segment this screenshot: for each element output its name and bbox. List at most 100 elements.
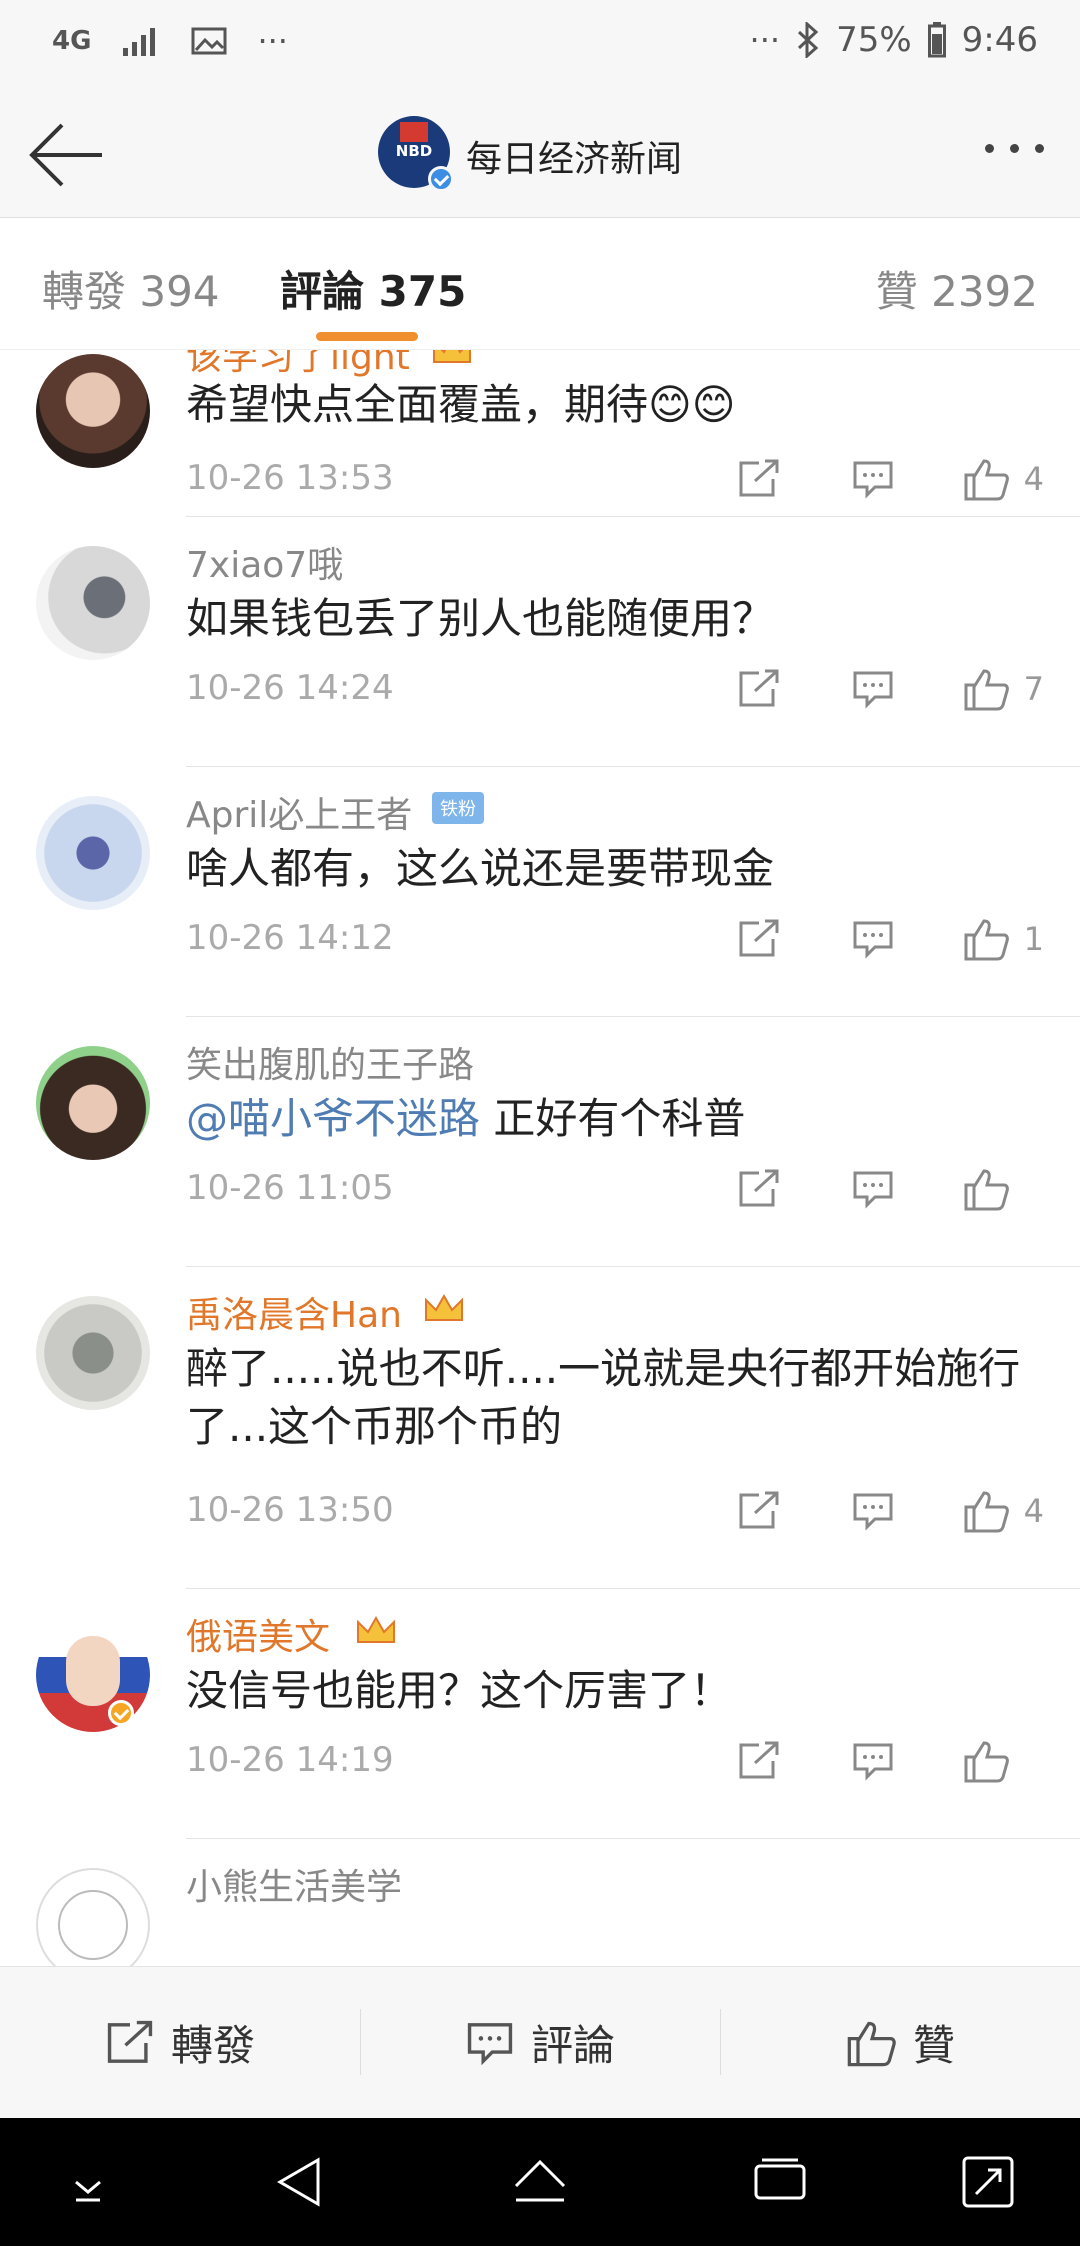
like-button[interactable]: 1 — [930, 917, 1044, 961]
avatar-face — [66, 1636, 120, 1706]
recent-apps-icon[interactable] — [750, 2152, 810, 2212]
comment-actions — [702, 1164, 1044, 1214]
comment-icon — [853, 671, 893, 709]
active-tab-indicator — [316, 332, 418, 341]
user-avatar[interactable] — [36, 1296, 150, 1410]
like-post-button[interactable]: 贊 — [720, 1967, 1080, 2118]
share-button[interactable] — [702, 914, 816, 964]
status-overflow: ··· — [257, 22, 288, 60]
like-button[interactable] — [930, 1739, 1044, 1783]
comment-actions: 4 — [702, 454, 1044, 504]
user-avatar[interactable] — [36, 1868, 150, 1966]
dot-icon — [985, 144, 994, 153]
reply-button[interactable] — [816, 1164, 930, 1214]
reply-button[interactable] — [816, 454, 930, 504]
avatar-logo — [58, 1890, 128, 1960]
username[interactable]: 笑出腹肌的王子路 — [186, 1036, 474, 1088]
comment-icon — [853, 1493, 893, 1531]
comment-item: 小熊生活美学 — [0, 1840, 1080, 1966]
user-avatar[interactable] — [36, 546, 150, 660]
username[interactable]: 禹洛晨含Han — [186, 1286, 402, 1338]
like-count: 4 — [1023, 460, 1044, 498]
like-count: 4 — [1023, 1492, 1044, 1530]
share-icon — [107, 2020, 153, 2063]
repost-button[interactable]: 轉發 — [0, 1967, 360, 2118]
battery-level: 75% — [836, 20, 912, 60]
thumbs-up-icon — [964, 1169, 1009, 1211]
comment-item: 7xiao7哦 如果钱包丢了别人也能随便用？ 10-26 14:24 7 — [0, 518, 1080, 768]
username[interactable]: 7xiao7哦 — [186, 536, 343, 588]
clock: 9:46 — [961, 20, 1038, 60]
username[interactable]: 俄语美文 — [186, 1608, 330, 1660]
divider — [186, 1266, 1080, 1267]
back-button[interactable] — [28, 120, 108, 190]
comment-item: 笑出腹肌的王子路 @喵小爷不迷路 正好有个科普 10-26 11:05 — [0, 1018, 1080, 1268]
comment-button[interactable]: 評論 — [360, 1967, 720, 2118]
share-button[interactable] — [702, 1736, 816, 1786]
comment-body: 正好有个科普 — [480, 1094, 746, 1143]
timestamp: 10-26 14:19 — [186, 1740, 394, 1780]
repost-label: 轉發 — [170, 2021, 255, 2070]
comment-icon — [467, 2022, 513, 2065]
like-button[interactable] — [930, 1167, 1044, 1211]
reply-button[interactable] — [816, 664, 930, 714]
share-button[interactable] — [702, 454, 816, 504]
comment-icon — [853, 461, 893, 499]
thumbs-up-icon — [964, 669, 1009, 711]
reply-button[interactable] — [816, 1736, 930, 1786]
thumbs-up-icon — [964, 919, 1009, 961]
timestamp: 10-26 13:53 — [186, 458, 394, 498]
status-bar: 4G ··· ··· 75% 9:46 — [0, 0, 1080, 92]
user-avatar[interactable] — [36, 1046, 150, 1160]
like-button[interactable]: 4 — [930, 1489, 1044, 1533]
share-button[interactable] — [702, 664, 816, 714]
crown-icon — [425, 1293, 463, 1321]
thumbs-up-icon — [964, 1741, 1009, 1783]
like-count: 7 — [1023, 670, 1044, 708]
comment-actions: 7 — [702, 664, 1044, 714]
back-nav-icon[interactable] — [270, 2152, 330, 2212]
like-button[interactable]: 7 — [930, 667, 1044, 711]
reply-button[interactable] — [816, 1486, 930, 1536]
divider — [186, 1588, 1080, 1589]
dot-icon — [1035, 144, 1044, 153]
more-options-button[interactable] — [985, 144, 1044, 153]
dot-icon — [1010, 144, 1019, 153]
comment-icon — [853, 1743, 893, 1781]
comment-text: 醉了.....说也不听....一说就是央行都开始施行了...这个币那个币的 — [186, 1344, 1021, 1451]
thumbs-up-icon — [964, 1491, 1009, 1533]
mention-link[interactable]: @喵小爷不迷路 — [186, 1094, 480, 1143]
like-button[interactable]: 4 — [930, 457, 1044, 501]
comment-actions: 1 — [702, 914, 1044, 964]
comment-list[interactable]: 该学习了light 希望快点全面覆盖，期待😊😊 10-26 13:53 4 7x… — [0, 350, 1080, 1966]
account-name[interactable]: 每日经济新闻 — [466, 130, 682, 182]
share-button[interactable] — [702, 1486, 816, 1536]
user-avatar[interactable] — [36, 354, 150, 468]
share-icon — [739, 459, 779, 497]
username[interactable]: April必上王者 — [186, 786, 412, 838]
tab-comments[interactable]: 評論 375 — [280, 258, 466, 319]
logo-mark — [400, 122, 428, 142]
share-icon — [739, 1169, 779, 1207]
comment-text: 如果钱包丢了别人也能随便用？ — [186, 594, 775, 643]
timestamp: 10-26 13:50 — [186, 1490, 394, 1530]
chevron-down-icon[interactable] — [58, 2152, 118, 2212]
username[interactable]: 小熊生活美学 — [186, 1858, 402, 1910]
share-button[interactable] — [702, 1164, 816, 1214]
user-avatar[interactable] — [36, 796, 150, 910]
comment-item: April必上王者 铁粉 啥人都有，这么说还是要带现金 10-26 14:12 … — [0, 768, 1080, 1018]
share-icon — [739, 1491, 779, 1529]
home-icon[interactable] — [510, 2152, 570, 2212]
verified-icon — [428, 166, 454, 192]
comment-actions — [702, 1736, 1044, 1786]
share-icon — [739, 1741, 779, 1779]
expand-icon[interactable] — [958, 2152, 1018, 2212]
comment-text: 没信号也能用？这个厉害了！ — [186, 1666, 733, 1715]
tab-likes[interactable]: 贊 2392 — [876, 258, 1038, 319]
reply-button[interactable] — [816, 914, 930, 964]
divider — [186, 1838, 1080, 1839]
comment-actions: 4 — [702, 1486, 1044, 1536]
tab-repost[interactable]: 轉發 394 — [42, 258, 220, 319]
divider — [186, 516, 1080, 517]
comment-text: 啥人都有，这么说还是要带现金 — [186, 844, 775, 893]
